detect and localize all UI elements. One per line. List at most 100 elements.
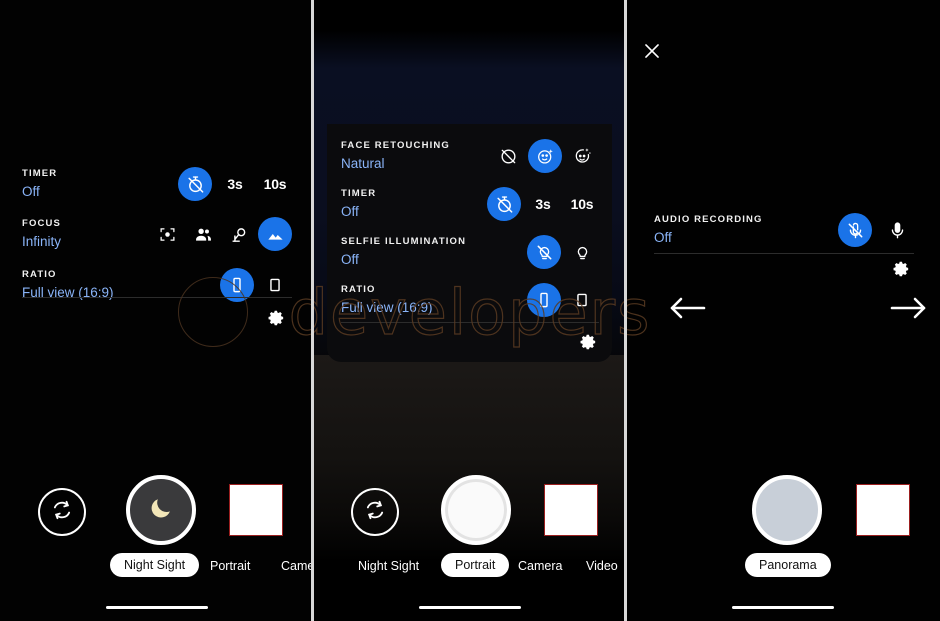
setting-options [150, 217, 292, 251]
system-nav-bar [105, 605, 208, 609]
timer-10s-option[interactable]: 10s [565, 187, 599, 221]
camera-controls-row [626, 467, 940, 553]
settings-gear-button[interactable] [266, 308, 286, 333]
mode-selector: Panorama [626, 553, 940, 587]
setting-label: TIMER [341, 187, 377, 199]
arrow-left-icon [666, 297, 708, 326]
setting-label: AUDIO RECORDING [654, 213, 763, 225]
moon-icon [148, 495, 174, 526]
camera-flip-button[interactable] [351, 488, 399, 536]
pano-right-button[interactable] [888, 294, 930, 327]
timer-3s-option[interactable]: 3s [526, 187, 560, 221]
focus-auto-option[interactable] [150, 217, 184, 251]
audio-off-option[interactable] [838, 213, 872, 247]
camera-controls-row [0, 467, 313, 553]
ratio-full-option[interactable] [527, 283, 561, 317]
setting-label: TIMER [22, 167, 58, 179]
timer-3s-option[interactable]: 3s [218, 167, 252, 201]
ratio-full-icon [228, 276, 246, 294]
setting-row-ratio[interactable]: RATIO Full view (16:9) [22, 260, 292, 310]
setting-options [527, 283, 599, 317]
face-soft-option[interactable] [565, 139, 599, 173]
mode-portrait[interactable]: Portrait [441, 553, 510, 577]
settings-gear-button[interactable] [578, 332, 598, 357]
setting-row-focus[interactable]: FOCUS Infinity [22, 208, 292, 260]
bottom-controls: Night Sight Portrait Camera [0, 467, 313, 621]
panel-separator [624, 0, 627, 621]
focus-macro-option[interactable] [222, 217, 256, 251]
timer-off-icon [495, 195, 514, 214]
setting-label: FOCUS [22, 217, 61, 229]
setting-row-timer[interactable]: TIMER Off 3s 10s [22, 160, 292, 208]
face-natural-option[interactable] [528, 139, 562, 173]
selfie-illumination-on-option[interactable] [565, 235, 599, 269]
setting-row-ratio[interactable]: RATIO Full view (16:9) [341, 276, 599, 324]
timer-3s-label: 3s [535, 196, 551, 212]
portrait-settings-sheet: FACE RETOUCHING Natural TIMER Off 3s 10s… [341, 132, 599, 324]
mode-portrait[interactable]: Portrait [210, 559, 250, 573]
timer-off-option[interactable] [487, 187, 521, 221]
setting-label: SELFIE ILLUMINATION [341, 235, 467, 247]
panorama-settings-sheet: AUDIO RECORDING Off [654, 208, 914, 252]
setting-row-selfie-illumination[interactable]: SELFIE ILLUMINATION Off [341, 228, 599, 276]
setting-label: RATIO [341, 283, 376, 295]
setting-value: Infinity [22, 233, 62, 249]
arrow-right-icon [888, 297, 930, 326]
focus-auto-icon [159, 226, 176, 243]
camera-flip-button[interactable] [38, 488, 86, 536]
bulb-on-icon [573, 243, 592, 262]
setting-row-timer[interactable]: TIMER Off 3s 10s [341, 180, 599, 228]
bottom-controls: Panorama [626, 467, 940, 621]
shutter-button[interactable] [441, 475, 511, 545]
setting-value: Off [654, 229, 672, 245]
focus-infinity-option[interactable] [258, 217, 292, 251]
timer-10s-option[interactable]: 10s [258, 167, 292, 201]
pano-left-button[interactable] [666, 294, 708, 327]
gallery-thumbnail[interactable] [544, 484, 598, 536]
setting-label: FACE RETOUCHING [341, 139, 450, 151]
mode-night-sight[interactable]: Night Sight [358, 559, 419, 573]
setting-value: Off [341, 203, 359, 219]
ratio-43-icon [573, 291, 591, 309]
setting-row-face-retouching[interactable]: FACE RETOUCHING Natural [341, 132, 599, 180]
camera-controls-row [313, 467, 626, 553]
mode-selector: Night Sight Portrait Camera [0, 553, 313, 587]
setting-value: Off [22, 183, 40, 199]
gallery-thumbnail[interactable] [856, 484, 910, 536]
camera-flip-icon [362, 497, 388, 528]
face-off-option[interactable] [491, 139, 525, 173]
setting-labels: SELFIE ILLUMINATION Off [341, 236, 466, 269]
mode-camera[interactable]: Camera [518, 559, 562, 573]
setting-options: 3s 10s [487, 187, 599, 221]
timer-off-option[interactable] [178, 167, 212, 201]
screenshot-root: TIMER Off 3s 10s FOCUS Infinity RATIO Fu… [0, 0, 940, 621]
mode-panorama[interactable]: Panorama [745, 553, 831, 577]
setting-labels: FOCUS Infinity [22, 218, 61, 251]
sheet-divider [341, 322, 599, 323]
setting-labels: FACE RETOUCHING Natural [341, 140, 450, 173]
audio-on-option[interactable] [880, 213, 914, 247]
setting-value: Full view (16:9) [341, 299, 433, 315]
setting-labels: AUDIO RECORDING Off [654, 214, 763, 247]
close-button[interactable] [641, 40, 667, 66]
selfie-illumination-off-option[interactable] [527, 235, 561, 269]
setting-row-audio-recording[interactable]: AUDIO RECORDING Off [654, 208, 914, 252]
face-off-icon [499, 147, 518, 166]
shutter-button[interactable] [126, 475, 196, 545]
focus-faces-option[interactable] [186, 217, 220, 251]
gallery-thumbnail[interactable] [229, 484, 283, 536]
setting-options: 3s 10s [178, 167, 292, 201]
ratio-43-option[interactable] [565, 283, 599, 317]
settings-gear-button[interactable] [891, 259, 911, 284]
system-nav-bar [418, 605, 521, 609]
mode-video[interactable]: Video [586, 559, 618, 573]
mic-on-icon [888, 221, 907, 240]
shutter-button[interactable] [752, 475, 822, 545]
timer-3s-label: 3s [227, 176, 243, 192]
mode-camera[interactable]: Camera [281, 559, 313, 573]
bulb-off-icon [535, 243, 554, 262]
sheet-divider [654, 253, 914, 254]
mode-night-sight[interactable]: Night Sight [110, 553, 200, 577]
focus-infinity-icon [266, 225, 285, 244]
sheet-divider [22, 297, 292, 298]
